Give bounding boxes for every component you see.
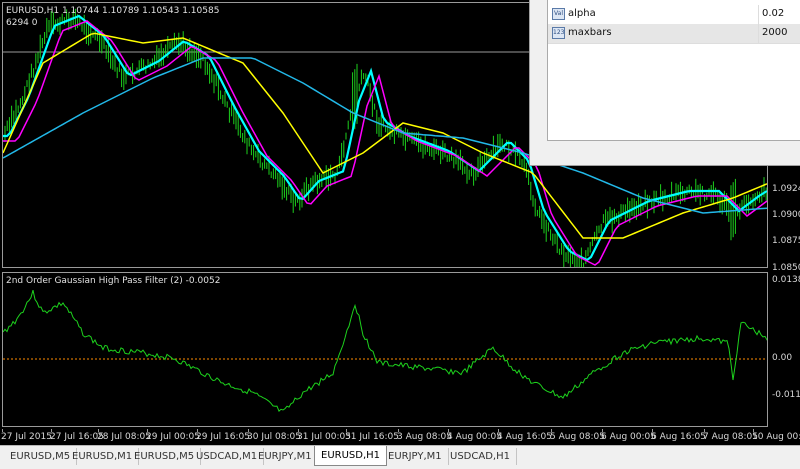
time-axis: 27 Jul 2015 27 Jul 16:05 28 Jul 08:05 29 Ju… (0, 429, 800, 445)
time-label: 28 Jul 08:05 (97, 432, 151, 442)
property-name: alpha (568, 8, 596, 19)
indicator-level: 0.00 (772, 353, 793, 363)
price-label: 1.09004 (772, 210, 800, 220)
time-label: 29 Jul 00:05 (146, 432, 200, 442)
time-label: 5 Aug 08:05 (550, 432, 605, 442)
indicator-axis: 0.0138 0.00 -0.0112 (770, 272, 800, 427)
property-value[interactable]: 2000 (762, 27, 787, 38)
time-label: 10 Aug 00:05 (752, 432, 800, 442)
property-value[interactable]: 0.02 (762, 8, 784, 19)
time-label: 6 Aug 16:05 (651, 432, 706, 442)
indicator-level: 0.0138 (772, 275, 800, 285)
indicator-level: -0.0112 (772, 390, 800, 400)
properties-grid: Val alpha 0.02 123 maxbars 2000 (547, 0, 800, 141)
time-label: 7 Aug 08:05 (703, 432, 758, 442)
indicator-title: 2nd Order Gaussian High Pass Filter (2) … (6, 276, 221, 286)
property-row-maxbars[interactable]: 123 maxbars 2000 (548, 24, 800, 44)
time-label: 27 Jul 16:05 (50, 432, 104, 442)
int-icon: 123 (552, 27, 565, 39)
chart-tab[interactable]: USDCAD,H1 (444, 448, 517, 465)
chart-tab[interactable]: EURJPY,M1 (382, 448, 449, 465)
time-label: 29 Jul 16:05 (196, 432, 250, 442)
indicator-line (3, 289, 767, 412)
indicator-pane[interactable]: 2nd Order Gaussian High Pass Filter (2) … (2, 272, 768, 427)
time-label: 27 Jul 2015 (1, 432, 52, 442)
properties-panel[interactable]: Val alpha 0.02 123 maxbars 2000 (529, 0, 800, 166)
chart-sub-label: 6294 0 (6, 18, 38, 28)
time-label: 3 Aug 08:05 (397, 432, 452, 442)
chart-header: EURUSD,H1 1.10744 1.10789 1.10543 1.1058… (6, 6, 220, 16)
chart-tab[interactable]: EURUSD,H1 (314, 446, 388, 466)
column-divider (758, 24, 759, 43)
time-label: 31 Jul 16:05 (345, 432, 399, 442)
val-icon: Val (552, 8, 565, 20)
price-label: 1.08754 (772, 236, 800, 246)
property-row-alpha[interactable]: Val alpha 0.02 (548, 5, 800, 25)
price-label: 1.09249 (772, 184, 800, 194)
time-label: 30 Jul 08:05 (247, 432, 301, 442)
chart-tabs-bar: EURUSD,M5 EURUSD,M1 EURUSD,M5 USDCAD,M1 EURJ… (0, 445, 800, 469)
time-label: 4 Aug 16:05 (497, 432, 552, 442)
property-name: maxbars (568, 27, 612, 38)
indicator-plot (3, 289, 767, 412)
column-divider (758, 5, 759, 24)
time-label: 4 Aug 00:05 (447, 432, 502, 442)
chart-tab[interactable]: EURJPY,M1 (252, 448, 319, 465)
time-label: 31 Jul 00:05 (297, 432, 351, 442)
time-label: 6 Aug 00:05 (601, 432, 656, 442)
